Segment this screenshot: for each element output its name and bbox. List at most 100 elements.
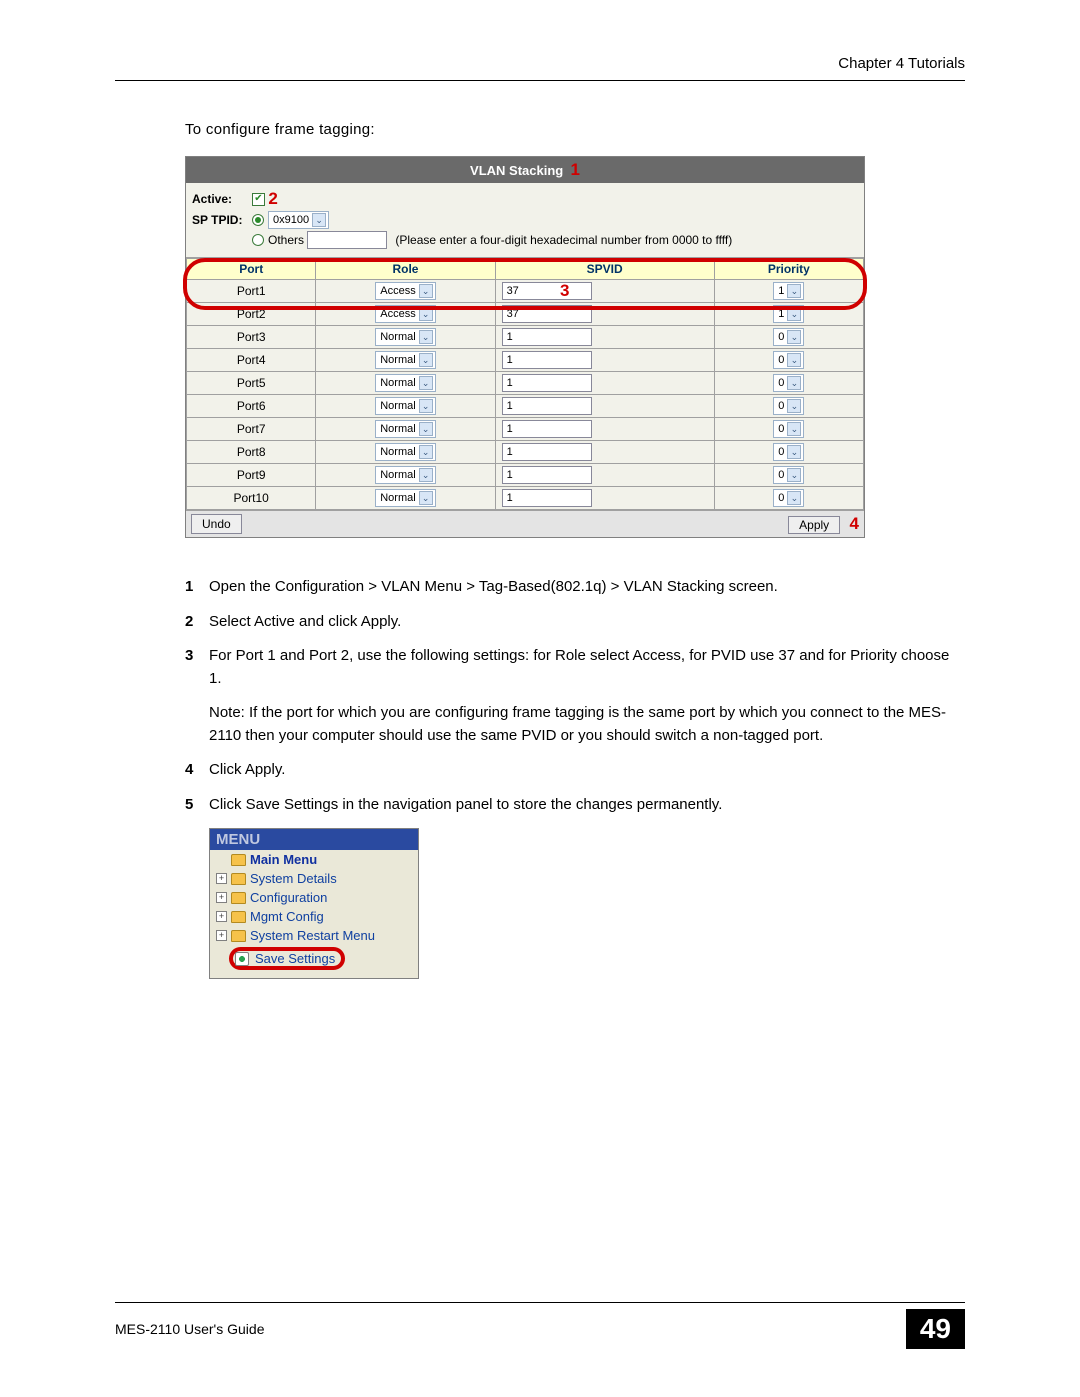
priority-select[interactable]: 0⌄ [773, 328, 804, 346]
role-select[interactable]: Normal⌄ [375, 420, 435, 438]
spvid-input[interactable] [502, 397, 592, 415]
undo-button[interactable]: Undo [191, 514, 242, 534]
role-select[interactable]: Normal⌄ [375, 489, 435, 507]
chevron-down-icon: ⌄ [419, 330, 433, 344]
apply-button[interactable]: Apply [788, 516, 840, 534]
active-checkbox[interactable]: ✔ [252, 193, 265, 206]
expand-icon[interactable]: + [216, 930, 227, 941]
port-cell: Port1 [187, 280, 316, 303]
expand-icon[interactable]: + [216, 911, 227, 922]
folder-icon [231, 911, 246, 923]
save-icon [235, 952, 249, 966]
spvid-input[interactable] [502, 443, 592, 461]
sptpid-label: SP TPID: [192, 213, 252, 227]
table-row: Port7 Normal⌄ 0⌄ [187, 418, 864, 441]
chevron-down-icon: ⌄ [419, 307, 433, 321]
vlan-bottom-bar: Undo Apply 4 [186, 510, 864, 537]
role-select[interactable]: Normal⌄ [375, 328, 435, 346]
table-row: Port1 Access⌄ 1⌄ [187, 280, 864, 303]
menu-item-label: Configuration [250, 890, 327, 905]
priority-select[interactable]: 0⌄ [773, 466, 804, 484]
menu-item-label: System Restart Menu [250, 928, 375, 943]
spvid-input[interactable] [502, 489, 592, 507]
role-select[interactable]: Normal⌄ [375, 443, 435, 461]
port-cell: Port8 [187, 441, 316, 464]
priority-select[interactable]: 0⌄ [773, 351, 804, 369]
step-num-3: 3 [185, 645, 209, 690]
priority-select[interactable]: 0⌄ [773, 374, 804, 392]
menu-main[interactable]: Main Menu [210, 850, 418, 869]
expand-icon[interactable]: + [216, 873, 227, 884]
chevron-down-icon: ⌄ [787, 399, 801, 413]
table-row: Port9Normal⌄0⌄ [187, 464, 864, 487]
priority-select[interactable]: 0⌄ [773, 420, 804, 438]
tpid-value: 0x9100 [273, 214, 309, 226]
tpid-radio-preset[interactable] [252, 214, 264, 226]
port-cell: Port7 [187, 418, 316, 441]
menu-title: MENU [210, 829, 418, 850]
role-select[interactable]: Access⌄ [375, 305, 435, 323]
chevron-down-icon: ⌄ [787, 307, 801, 321]
chevron-down-icon: ⌄ [419, 491, 433, 505]
vlan-title-bar: VLAN Stacking 1 [186, 157, 864, 183]
priority-select[interactable]: 0⌄ [773, 443, 804, 461]
spvid-input[interactable] [502, 282, 592, 300]
port-cell: Port4 [187, 349, 316, 372]
step-4: 4 Click Apply. [185, 759, 965, 782]
table-row: Port3 Normal⌄ 0⌄ [187, 326, 864, 349]
chevron-down-icon: ⌄ [787, 468, 801, 482]
folder-icon [231, 892, 246, 904]
spvid-input[interactable] [502, 374, 592, 392]
callout-4: 4 [850, 514, 859, 533]
priority-select[interactable]: 1⌄ [773, 282, 804, 300]
priority-select[interactable]: 0⌄ [773, 397, 804, 415]
others-input[interactable] [307, 231, 387, 249]
header-rule [115, 80, 965, 81]
priority-select[interactable]: 0⌄ [773, 489, 804, 507]
chevron-down-icon: ⌄ [787, 422, 801, 436]
spvid-input[interactable] [502, 466, 592, 484]
chevron-down-icon: ⌄ [419, 468, 433, 482]
role-select[interactable]: Normal⌄ [375, 466, 435, 484]
th-role: Role [316, 259, 495, 280]
port-cell: Port6 [187, 395, 316, 418]
menu-item-label: Mgmt Config [250, 909, 324, 924]
role-select[interactable]: Normal⌄ [375, 351, 435, 369]
tpid-select[interactable]: 0x9100 ⌄ [268, 211, 329, 229]
chapter-header: Chapter 4 Tutorials [115, 55, 965, 72]
menu-item[interactable]: + Configuration [210, 888, 418, 907]
chevron-down-icon: ⌄ [312, 213, 326, 227]
th-port: Port [187, 259, 316, 280]
vlan-title-text: VLAN Stacking [470, 163, 563, 178]
port-cell: Port3 [187, 326, 316, 349]
menu-main-label: Main Menu [250, 852, 317, 867]
step-num-1: 1 [185, 576, 209, 599]
step-text-5: Click Save Settings in the navigation pa… [209, 794, 965, 817]
table-row: Port8 Normal⌄ 0⌄ [187, 441, 864, 464]
page-number: 49 [906, 1309, 965, 1349]
role-select[interactable]: Access⌄ [375, 282, 435, 300]
menu-item[interactable]: + Mgmt Config [210, 907, 418, 926]
vlan-stacking-panel: VLAN Stacking 1 Active: ✔ 2 SP TPID: 0x9… [185, 156, 865, 538]
note-text: Note: If the port for which you are conf… [209, 702, 965, 747]
step-text-1: Open the Configuration > VLAN Menu > Tag… [209, 576, 965, 599]
menu-item-label: System Details [250, 871, 337, 886]
role-select[interactable]: Normal⌄ [375, 374, 435, 392]
priority-select[interactable]: 1⌄ [773, 305, 804, 323]
spvid-input[interactable] [502, 351, 592, 369]
chevron-down-icon: ⌄ [787, 330, 801, 344]
spvid-input[interactable] [502, 305, 592, 323]
chevron-down-icon: ⌄ [419, 353, 433, 367]
step-num-5: 5 [185, 794, 209, 817]
tpid-radio-others[interactable] [252, 234, 264, 246]
menu-item[interactable]: + System Details [210, 869, 418, 888]
role-select[interactable]: Normal⌄ [375, 397, 435, 415]
menu-item[interactable]: + System Restart Menu [210, 926, 418, 945]
chevron-down-icon: ⌄ [787, 284, 801, 298]
spvid-input[interactable] [502, 420, 592, 438]
expand-icon[interactable]: + [216, 892, 227, 903]
chevron-down-icon: ⌄ [419, 422, 433, 436]
menu-save-settings[interactable]: Save Settings [210, 945, 418, 972]
spvid-input[interactable] [502, 328, 592, 346]
step-text-3: For Port 1 and Port 2, use the following… [209, 645, 965, 690]
